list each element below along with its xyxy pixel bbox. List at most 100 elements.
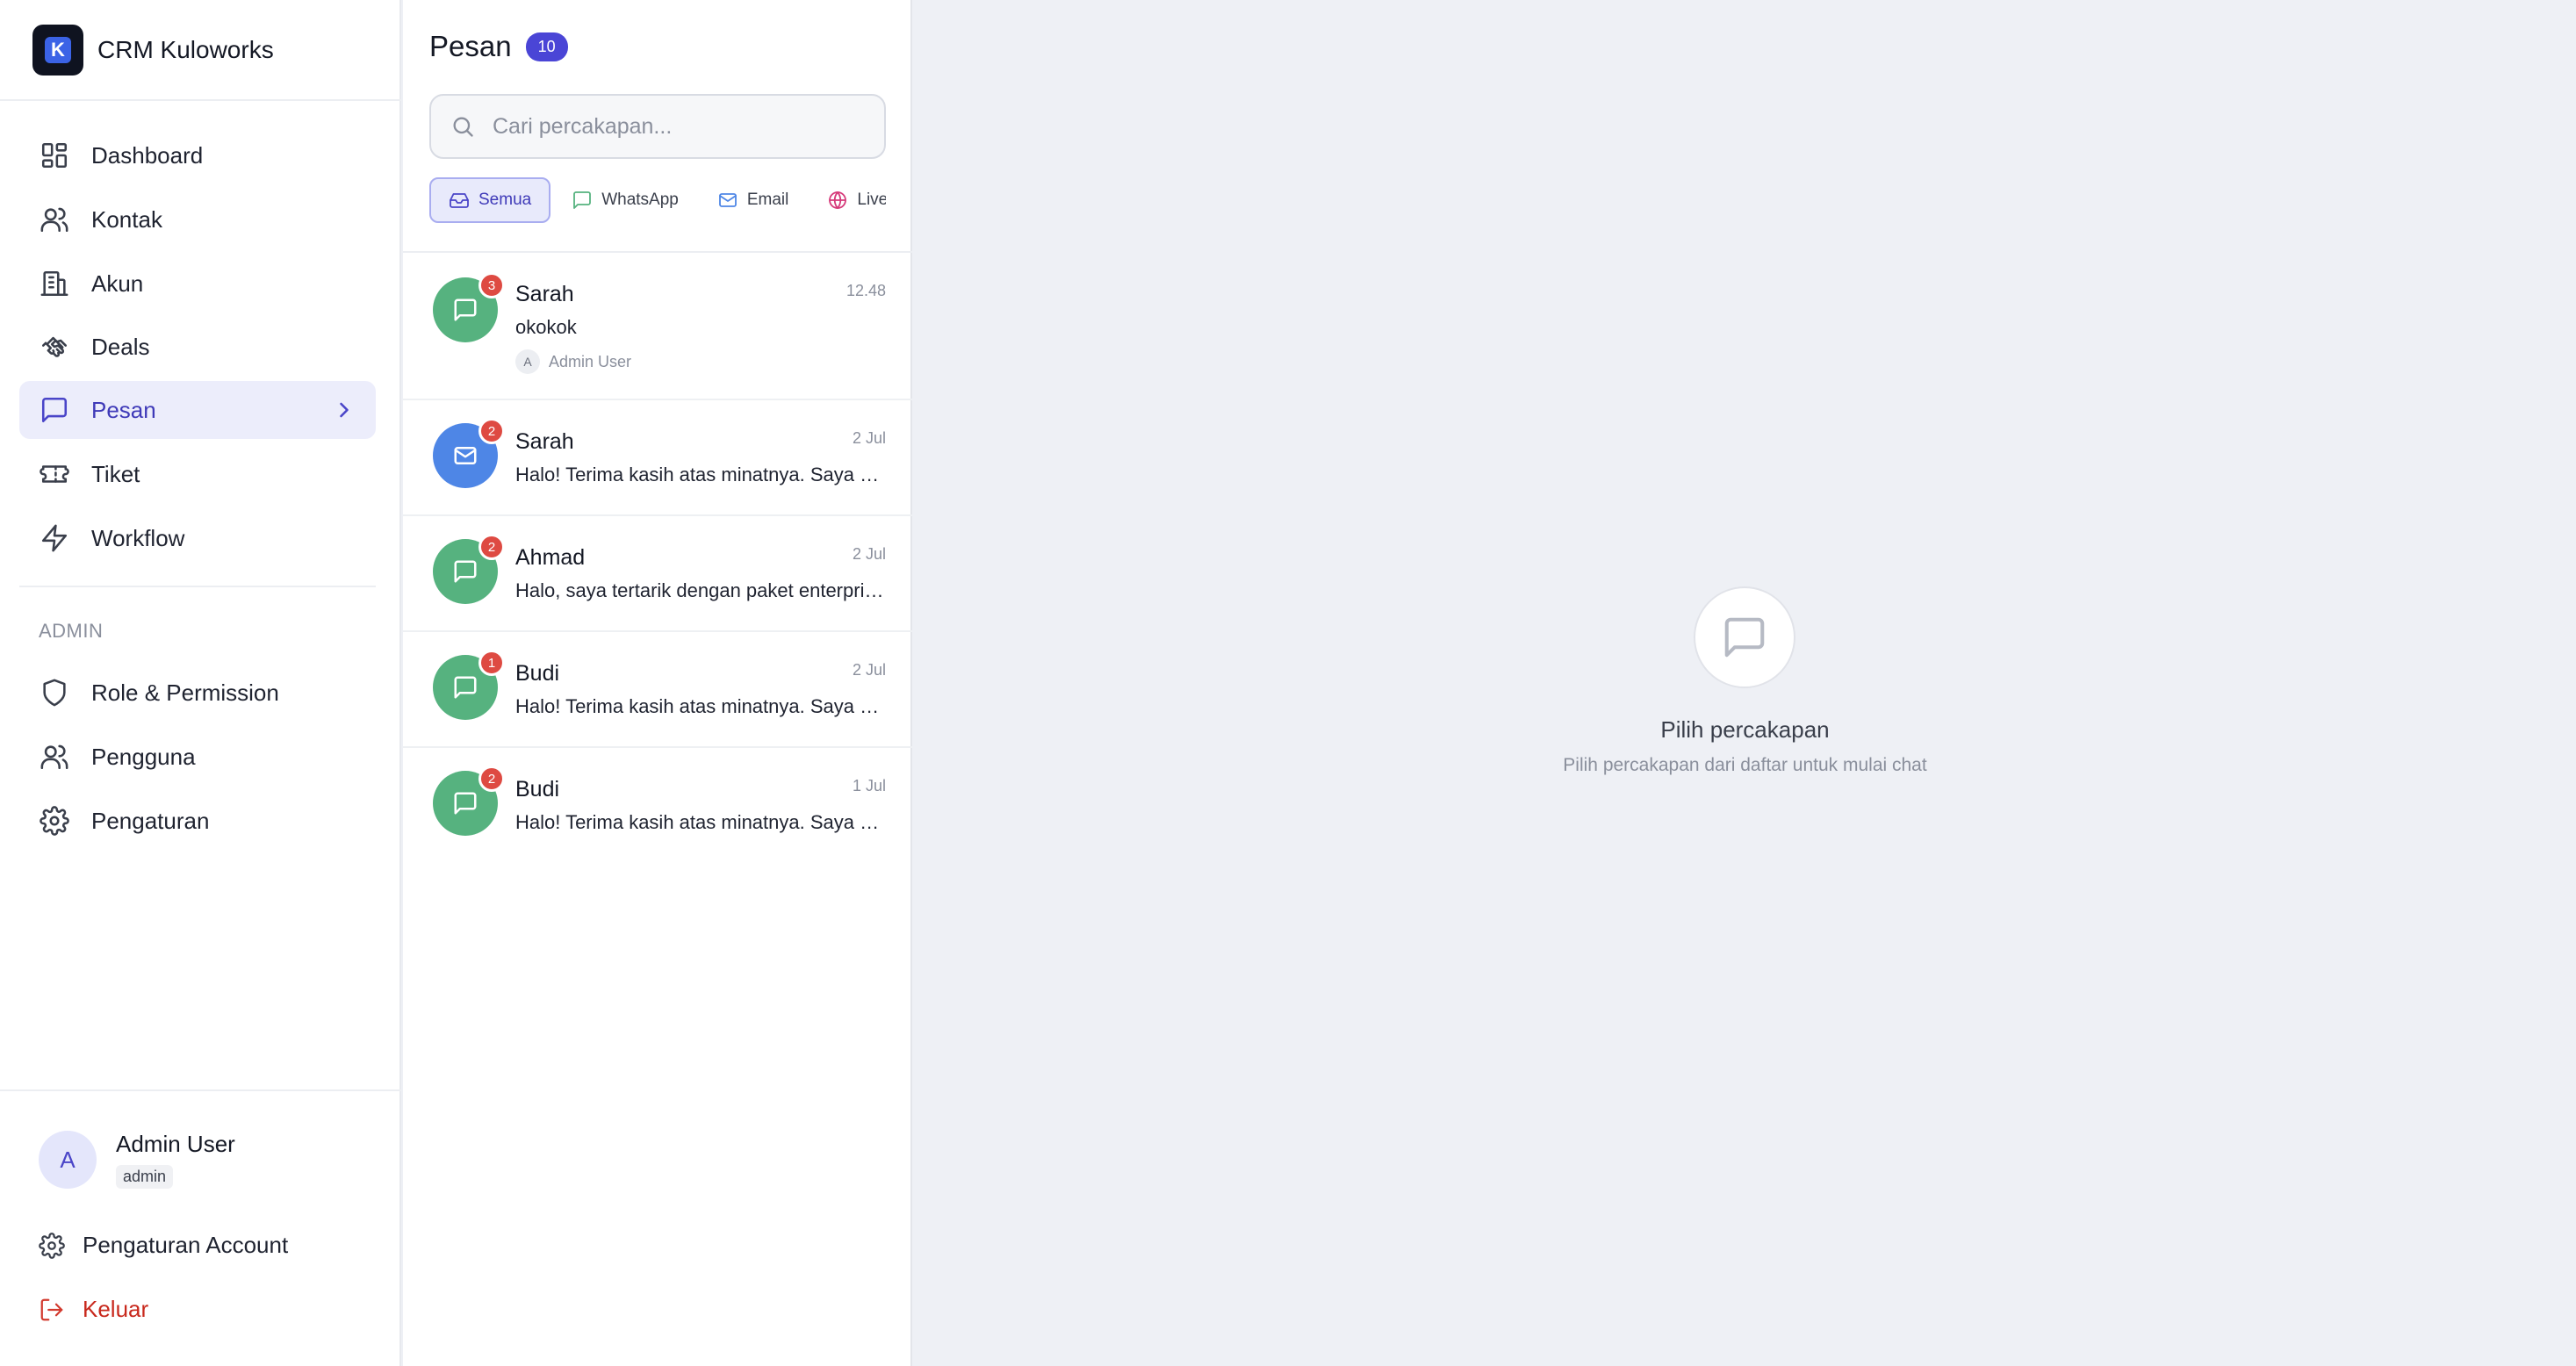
sidebar-item-label: Deals <box>91 333 150 360</box>
conversation-name: Sarah <box>515 282 574 306</box>
message-icon <box>454 298 477 321</box>
message-count-badge: 10 <box>525 32 568 61</box>
mail-icon <box>718 193 737 207</box>
user-name: Admin User <box>116 1131 235 1157</box>
conversation-item[interactable]: 2 Sarah 2 Jul Halo! Terima kasih atas mi… <box>403 400 912 516</box>
shield-icon <box>39 677 70 708</box>
conversation-name: Ahmad <box>515 545 586 570</box>
page-title-text: Pesan <box>429 30 512 62</box>
gear-icon <box>39 805 70 837</box>
filter-tab-label: Live Chat <box>857 191 886 209</box>
logout-button[interactable]: Keluar <box>39 1296 148 1323</box>
account-settings-link[interactable]: Pengaturan Account <box>39 1232 288 1259</box>
avatar: A <box>39 1131 97 1189</box>
filter-tab-email[interactable]: Email <box>700 177 807 223</box>
page-title: Pesan 10 <box>429 30 568 63</box>
brand[interactable]: K CRM Kuloworks <box>32 24 274 76</box>
logout-label: Keluar <box>83 1296 149 1322</box>
empty-state-title: Pilih percakapan <box>1660 716 1830 743</box>
sidebar-item-label: Pengguna <box>91 743 196 770</box>
sidebar-item-label: Akun <box>91 270 144 297</box>
unread-badge: 1 <box>479 650 505 676</box>
sidebar-divider <box>19 586 376 587</box>
sidebar: K CRM Kuloworks Dashboard Kontak Akun De… <box>0 0 401 1366</box>
conversation-item[interactable]: 2 Budi 1 Jul Halo! Terima kasih atas min… <box>403 748 912 864</box>
sidebar-item-pengguna[interactable]: Pengguna <box>19 728 376 786</box>
conversation-name: Budi <box>515 661 560 686</box>
sidebar-item-label: Dashboard <box>91 141 204 169</box>
conversation-preview: Halo! Terima kasih atas minatnya. Saya b… <box>515 464 888 485</box>
conversation-time: 2 Jul <box>852 661 886 679</box>
conversation-item[interactable]: 1 Budi 2 Jul Halo! Terima kasih atas min… <box>403 632 912 748</box>
unread-badge: 3 <box>479 272 505 298</box>
admin-section-label: ADMIN <box>39 620 104 642</box>
unread-badge: 2 <box>479 534 505 560</box>
sidebar-item-akun[interactable]: Akun <box>19 255 376 313</box>
assignee-name: Admin User <box>549 352 632 370</box>
globe-icon <box>829 191 847 209</box>
conversation-time: 2 Jul <box>852 545 886 563</box>
search-input[interactable]: Cari percakapan... <box>429 94 886 159</box>
empty-state-icon <box>1694 586 1795 688</box>
sidebar-item-kontak[interactable]: Kontak <box>19 191 376 248</box>
sidebar-item-pesan[interactable]: Pesan <box>19 381 376 439</box>
conversation-item[interactable]: 2 Ahmad 2 Jul Halo, saya tertarik dengan… <box>403 516 912 632</box>
conversation-preview: Halo! Terima kasih atas minatnya. Saya b… <box>515 695 888 717</box>
users-icon <box>39 204 70 235</box>
chevron-right-icon <box>332 398 356 422</box>
conversation-name: Sarah <box>515 429 574 454</box>
conversation-preview: okokok <box>515 316 577 338</box>
sidebar-item-workflow[interactable]: Workflow <box>19 509 376 567</box>
mail-icon <box>454 447 477 464</box>
channel-filter-tabs: Semua WhatsApp Email Live Chat <box>429 177 886 223</box>
sidebar-item-dashboard[interactable]: Dashboard <box>19 126 376 184</box>
sidebar-divider <box>0 99 401 101</box>
conversation-item[interactable]: 3 Sarah 12.48 okokok A Admin User <box>403 253 912 400</box>
filter-tab-label: WhatsApp <box>601 191 679 209</box>
sidebar-item-label: Pesan <box>91 396 156 423</box>
logout-icon <box>40 1298 63 1320</box>
sidebar-item-label: Role & Permission <box>91 679 279 706</box>
user-role-badge: admin <box>116 1165 174 1189</box>
user-profile[interactable]: A Admin User admin <box>39 1131 235 1189</box>
account-settings-label: Pengaturan Account <box>83 1232 289 1258</box>
brand-name: CRM Kuloworks <box>97 36 274 63</box>
brand-logo: K <box>32 25 83 75</box>
empty-state-subtitle: Pilih percakapan dari daftar untuk mulai… <box>1563 755 1927 775</box>
message-icon <box>454 676 477 699</box>
filter-tab-label: Semua <box>479 191 532 209</box>
building-icon <box>39 268 70 299</box>
sidebar-divider <box>0 1089 401 1091</box>
message-icon <box>1724 617 1765 658</box>
sidebar-item-role-permission[interactable]: Role & Permission <box>19 664 376 722</box>
conversation-list-panel: Pesan 10 Cari percakapan... Semua WhatsA… <box>403 0 912 1366</box>
sidebar-item-label: Tiket <box>91 460 140 487</box>
inbox-icon <box>450 193 469 208</box>
assignee-avatar: A <box>515 349 540 374</box>
unread-badge: 2 <box>479 766 505 792</box>
conversation-preview: Halo, saya tertarik dengan paket enterpr… <box>515 579 888 601</box>
message-icon <box>454 560 477 583</box>
conversation-time: 1 Jul <box>852 777 886 794</box>
email-avatar: 2 <box>433 418 505 488</box>
whatsapp-avatar: 1 <box>433 650 505 720</box>
unread-badge: 2 <box>479 418 505 444</box>
filter-tab-semua[interactable]: Semua <box>429 177 551 223</box>
filter-tab-label: Email <box>746 191 789 209</box>
search-icon <box>453 117 473 137</box>
filter-tab-live-chat[interactable]: Live Chat <box>809 177 886 223</box>
conversation-name: Budi <box>515 777 560 802</box>
conversation-time: 2 Jul <box>852 429 886 447</box>
gear-icon <box>39 1232 65 1259</box>
sidebar-item-deals[interactable]: Deals <box>19 318 376 376</box>
sidebar-item-tiket[interactable]: Tiket <box>19 445 376 503</box>
conversation-preview: Halo! Terima kasih atas minatnya. Saya b… <box>515 811 888 833</box>
message-icon <box>573 191 592 209</box>
sidebar-item-pengaturan[interactable]: Pengaturan <box>19 792 376 850</box>
filter-tab-whatsapp[interactable]: WhatsApp <box>554 177 696 223</box>
chat-empty-state: Pilih percakapan Pilih percakapan dari d… <box>914 0 2576 1366</box>
ticket-icon <box>39 458 70 490</box>
message-icon <box>39 394 70 426</box>
search-placeholder: Cari percakapan... <box>493 113 673 139</box>
sidebar-item-label: Pengaturan <box>91 807 210 834</box>
